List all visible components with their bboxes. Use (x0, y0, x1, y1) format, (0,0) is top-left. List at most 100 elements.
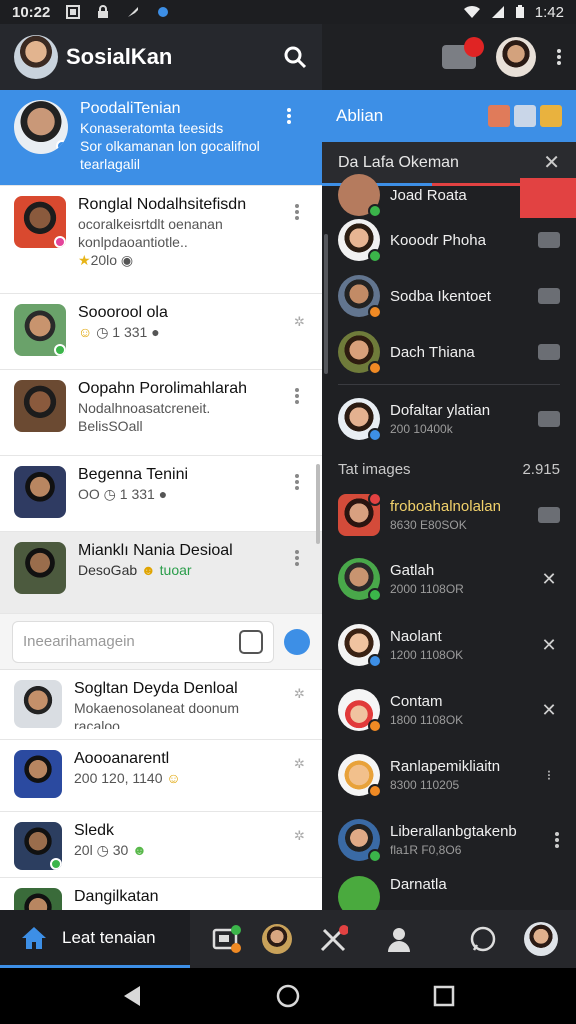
chat-text: Dangilkatan (74, 888, 310, 908)
media-icon[interactable] (212, 924, 242, 954)
chat-meta: DesoGab ☻ tuoar (78, 562, 310, 578)
video-call-button[interactable] (538, 232, 560, 248)
chat-avatar (14, 680, 62, 728)
user-avatar[interactable] (496, 37, 536, 77)
chat-item[interactable]: Sledk 20l ◷ 30 ☻ ✲ (0, 812, 322, 878)
status-badge-icon (368, 719, 382, 733)
more-options-icon[interactable] (294, 472, 300, 492)
message-search-input[interactable]: Ineearihamagein (12, 620, 274, 663)
tools-icon (128, 7, 139, 17)
contact-name: Contam (390, 693, 443, 710)
chat-item[interactable]: Sogltan Deyda Denloal Mokaenosolaneat do… (0, 670, 322, 740)
chat-item[interactable]: Dangilkatan (0, 878, 322, 910)
remove-icon[interactable]: ✕ (538, 635, 560, 656)
thumbnail-image (540, 105, 562, 127)
chat-text: Oopahn Porolimahlarah Nodalhnoasatcrenei… (78, 380, 310, 445)
active-tab[interactable]: Ablian (322, 90, 576, 142)
close-icon[interactable]: ✕ (543, 150, 560, 175)
contact-row[interactable]: Gatlah 2000 1108OR ✕ (322, 546, 576, 612)
chat-item[interactable]: Ronglal Nodalhsitefisdn ocoralkeisrtdlt … (0, 186, 322, 294)
contact-avatar (338, 819, 382, 863)
contacts-icon[interactable] (384, 924, 414, 954)
chat-text: Sooorool ola ☺ ◷ 1 331 ● (78, 304, 310, 359)
chat-name: PoodaliTenian (80, 100, 181, 117)
home-nav-icon[interactable] (276, 984, 300, 1008)
contact-row[interactable]: Dach Thiana (322, 324, 576, 380)
chat-preview: Nodalhnoasatcreneit. (78, 400, 211, 416)
video-call-button[interactable] (538, 344, 560, 360)
bot-icon[interactable] (284, 628, 310, 655)
chat-preview: Konaseratomta teesids (80, 120, 224, 136)
notification-dot-icon (158, 7, 169, 17)
contact-row[interactable]: Darnatla (322, 872, 576, 910)
search-icon[interactable] (282, 44, 308, 70)
video-call-button[interactable] (538, 411, 560, 427)
remove-icon[interactable]: ✕ (538, 700, 560, 721)
scrollbar[interactable] (324, 234, 328, 374)
chat-item[interactable]: Begenna Tenini OO ◷ 1 331 ● (0, 456, 322, 532)
status-badge-icon (368, 784, 382, 798)
section-count: 2.915 (522, 461, 560, 478)
status-bar: 10:22 1:42 (0, 0, 576, 24)
battery-icon (515, 5, 524, 18)
chat-item[interactable]: Mianklı Nania Desioal DesoGab ☻ tuoar (0, 532, 322, 614)
more-options-icon[interactable] (294, 386, 300, 406)
more-options-icon[interactable] (556, 47, 562, 67)
contact-row[interactable]: Dofaltar ylatian 200 10400k (322, 389, 576, 449)
remove-icon[interactable]: ✕ (538, 569, 560, 590)
bottom-avatar[interactable] (262, 924, 292, 954)
chat-preview: konlpdaoantiotle.. (78, 234, 188, 250)
contact-row[interactable]: Naolant 1200 1108OK ✕ (322, 612, 576, 678)
more-options-icon[interactable] (286, 106, 292, 126)
contact-row[interactable]: Joad Roata (322, 174, 576, 218)
more-options-icon[interactable] (554, 830, 560, 850)
pin-icon[interactable]: ✲ (294, 314, 305, 330)
contact-name: Gatlah (390, 562, 435, 579)
contact-row[interactable]: Ranlapemikliaitn 8300 110205 ⁝ (322, 742, 576, 808)
gallery-icon (66, 5, 81, 19)
filter-icon[interactable] (239, 629, 263, 654)
tools-icon[interactable] (318, 924, 348, 954)
chat-item[interactable]: Sooorool ola ☺ ◷ 1 331 ● ✲ (0, 294, 322, 370)
contact-row[interactable]: Kooodr Phoha (322, 212, 576, 268)
scrollbar[interactable] (316, 464, 320, 544)
profile-avatar[interactable] (14, 35, 58, 79)
contact-row[interactable]: Contam 1800 1108OK ✕ (322, 678, 576, 742)
camera-icon[interactable] (442, 37, 484, 69)
recents-icon[interactable] (432, 984, 456, 1008)
contact-row[interactable]: Sodba Ikentoet (322, 268, 576, 324)
video-call-button[interactable] (538, 288, 560, 304)
video-call-button[interactable] (538, 507, 560, 523)
contact-row[interactable]: froboahalnolalan 8630 E80SOK (322, 484, 576, 546)
chat-item[interactable]: Oopahn Porolimahlarah Nodalhnoasatcrenei… (0, 370, 322, 456)
chat-list-panel: SosialKan PoodaliTenian Konaseratomta te… (0, 24, 322, 910)
contact-text: Liberallanbgtakenb fla1R F0,8O6 (390, 823, 554, 857)
back-icon[interactable] (120, 984, 144, 1008)
chat-avatar (14, 822, 62, 870)
chat-item[interactable]: PoodaliTenian Konaseratomta teesids Sor … (0, 90, 322, 186)
chat-bubble-icon[interactable] (468, 924, 498, 954)
tab-home[interactable]: Leat tenaian (0, 910, 190, 968)
more-options-icon[interactable] (294, 202, 300, 222)
profile-avatar[interactable] (524, 922, 558, 956)
pin-icon[interactable]: ✲ (294, 756, 305, 772)
pin-icon[interactable]: ✲ (294, 686, 305, 702)
chat-avatar (14, 888, 62, 910)
contact-name: Naolant (390, 628, 442, 645)
chat-text: Ronglal Nodalhsitefisdn ocoralkeisrtdlt … (78, 196, 310, 283)
chat-meta: 200 120, 1140 ☺ (74, 770, 310, 786)
contact-row[interactable]: Liberallanbgtakenb fla1R F0,8O6 (322, 808, 576, 872)
contact-name: Liberallanbgtakenb (390, 823, 517, 840)
chat-text: Aoooanarentl 200 120, 1140 ☺ (74, 750, 310, 801)
pin-icon[interactable]: ✲ (294, 828, 305, 844)
chat-name: Begenna Tenini (78, 466, 189, 483)
chat-name: Aoooanarentl (74, 750, 170, 767)
more-options-icon[interactable] (294, 548, 300, 568)
chat-item[interactable]: Aoooanarentl 200 120, 1140 ☺ ✲ (0, 740, 322, 812)
chat-avatar (14, 750, 62, 798)
star-icon: ★ (78, 252, 91, 268)
chat-date: 200 120, 1140 (74, 770, 163, 786)
right-header (322, 24, 576, 90)
expand-icon[interactable]: ⁝ (538, 767, 560, 784)
emoji-icon: ☺ (166, 770, 181, 786)
